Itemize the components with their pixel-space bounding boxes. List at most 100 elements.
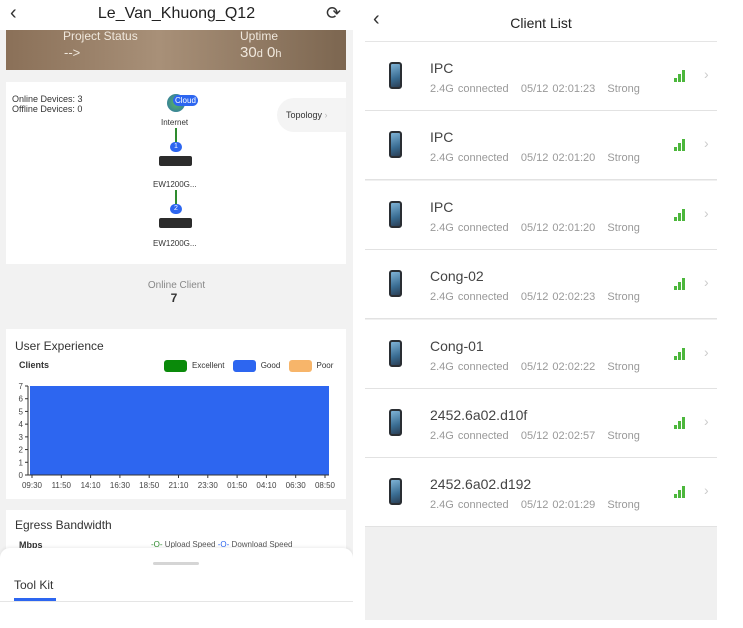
signal-strength-icon [674, 347, 686, 360]
x-tick-label: 11:50 [52, 481, 72, 490]
client-row[interactable]: IPC 2.4G connected 05/12 02:01:23 Strong… [365, 42, 717, 111]
client-signal: Strong [607, 83, 640, 95]
device-badge: 2 [170, 204, 182, 214]
online-client-label: Online Client [147, 280, 206, 291]
x-tick-label: 14:10 [81, 481, 102, 490]
chevron-right-icon: › [704, 482, 709, 499]
topology-button[interactable]: Topology › [277, 98, 346, 132]
signal-strength-icon [674, 139, 686, 152]
refresh-icon[interactable]: ⟳ [326, 3, 341, 24]
bottom-sheet[interactable]: Tool Kit [0, 548, 353, 628]
client-name: IPC [430, 129, 454, 146]
client-time: 05/12 02:01:20 [520, 152, 596, 165]
status-banner: Project Status --> Uptime 30d 0h [6, 29, 346, 70]
client-row[interactable]: IPC 2.4G connected 05/12 02:01:20 Strong… [365, 111, 717, 181]
drag-handle[interactable] [153, 562, 199, 565]
signal-strength-icon [674, 70, 686, 82]
y-tick-label: 6 [19, 395, 24, 404]
x-tick-label: 04:10 [256, 481, 277, 490]
device-counts: Online Devices: 3 Offline Devices: 0 [12, 94, 83, 114]
client-info: 2.4G connected 05/12 02:02:57 Strong [430, 430, 640, 442]
topology-card: Online Devices: 3 Offline Devices: 0 Clou… [6, 82, 346, 264]
x-tick-label: 16:30 [110, 481, 131, 490]
tab-tool-kit[interactable]: Tool Kit [14, 578, 53, 592]
phone-icon [389, 478, 402, 506]
phone-icon [389, 339, 402, 367]
client-signal: Strong [607, 430, 640, 442]
chevron-right-icon: › [704, 343, 709, 360]
chevron-right-icon: › [704, 135, 709, 152]
phone-icon [389, 62, 402, 89]
client-time: 05/12 02:02:22 [520, 360, 596, 373]
client-info: 2.4G connected 05/12 02:01:23 Strong [430, 83, 640, 95]
client-info: 2.4G connected 05/12 02:01:29 Strong [430, 499, 640, 511]
client-row[interactable]: 2452.6a02.d192 2.4G connected 05/12 02:0… [365, 458, 717, 528]
area-good [30, 386, 329, 475]
uptime-days: 30 [240, 44, 257, 61]
user-experience-card: User Experience Clients Excellent Good P… [6, 329, 346, 499]
internet-label: Internet [161, 118, 189, 127]
signal-strength-icon [674, 486, 686, 499]
x-tick-label: 18:50 [139, 481, 160, 490]
uptime-value: 30d 0h [240, 44, 281, 61]
y-tick-label: 3 [19, 433, 24, 442]
client-band: 2.4G connected [430, 430, 509, 442]
chevron-right-icon: › [704, 274, 709, 291]
y-tick-label: 4 [19, 420, 24, 429]
device-name: EW1200G... [153, 180, 197, 189]
phone-icon [389, 200, 402, 228]
phone-icon [389, 270, 402, 298]
topology-label: Topology [286, 110, 323, 120]
signal-strength-icon [674, 278, 686, 291]
divider [0, 601, 353, 602]
router-icon[interactable] [159, 156, 192, 166]
client-name: IPC [430, 198, 454, 215]
client-signal: Strong [607, 499, 640, 512]
online-client-value: 7 [170, 291, 178, 305]
client-name: Cong-01 [430, 337, 484, 354]
online-devices: Online Devices: 3 [12, 94, 83, 104]
y-tick-label: 2 [19, 446, 24, 455]
phone-icon [389, 131, 402, 159]
client-name: 2452.6a02.d10f [430, 407, 528, 423]
client-signal: Strong [607, 360, 640, 373]
chevron-right-icon: › [704, 66, 709, 82]
client-signal: Strong [607, 291, 640, 304]
x-tick-label: 01:50 [227, 481, 248, 490]
client-row[interactable]: Cong-02 2.4G connected 05/12 02:02:23 St… [365, 250, 717, 320]
hours-unit: h [275, 48, 282, 60]
project-status-value[interactable]: --> [64, 45, 80, 60]
client-row[interactable]: 2452.6a02.d10f 2.4G connected 05/12 02:0… [365, 389, 717, 458]
client-time: 05/12 02:02:23 [520, 291, 596, 304]
client-name: 2452.6a02.d192 [430, 476, 532, 493]
y-tick-label: 0 [19, 471, 24, 480]
client-time: 05/12 02:01:20 [520, 221, 596, 234]
header: ‹ Client List [365, 0, 717, 42]
page-title: Client List [510, 15, 572, 31]
client-name: Cong-02 [430, 268, 484, 285]
client-band: 2.4G connected [430, 360, 509, 373]
client-row[interactable]: IPC 2.4G connected 05/12 02:01:20 Strong… [365, 180, 717, 250]
client-signal: Strong [607, 221, 640, 234]
offline-devices: Offline Devices: 0 [12, 104, 83, 114]
user-experience-chart: 0 1 2 3 4 5 6 7 09:30 11:50 14:10 16:30 18:50 21:10 23… [19, 382, 336, 490]
y-tick-label: 1 [19, 458, 24, 467]
x-tick-label: 21:10 [168, 481, 189, 490]
router-icon[interactable] [159, 218, 192, 228]
x-tick-label: 09:30 [22, 481, 43, 490]
client-list-screen: ‹ Client List IPC 2.4G connected 05/12 0… [365, 0, 717, 620]
x-tick-label: 23:30 [198, 481, 219, 490]
online-client[interactable]: Online Client 7 [0, 280, 353, 305]
device-badge: 1 [170, 142, 182, 152]
header: ‹ Le_Van_Khuong_Q12 ⟳ [0, 0, 353, 30]
cloud-badge: Cloud [173, 95, 198, 106]
client-signal: Strong [607, 152, 640, 165]
chevron-right-icon: › [704, 413, 709, 429]
days-unit: d [256, 48, 263, 60]
card-title: Egress Bandwidth [15, 518, 112, 532]
signal-strength-icon [674, 208, 686, 221]
link-line [175, 190, 177, 204]
client-row[interactable]: Cong-01 2.4G connected 05/12 02:02:22 St… [365, 319, 717, 389]
device-name: EW1200G... [153, 239, 197, 248]
client-band: 2.4G connected [430, 83, 509, 95]
